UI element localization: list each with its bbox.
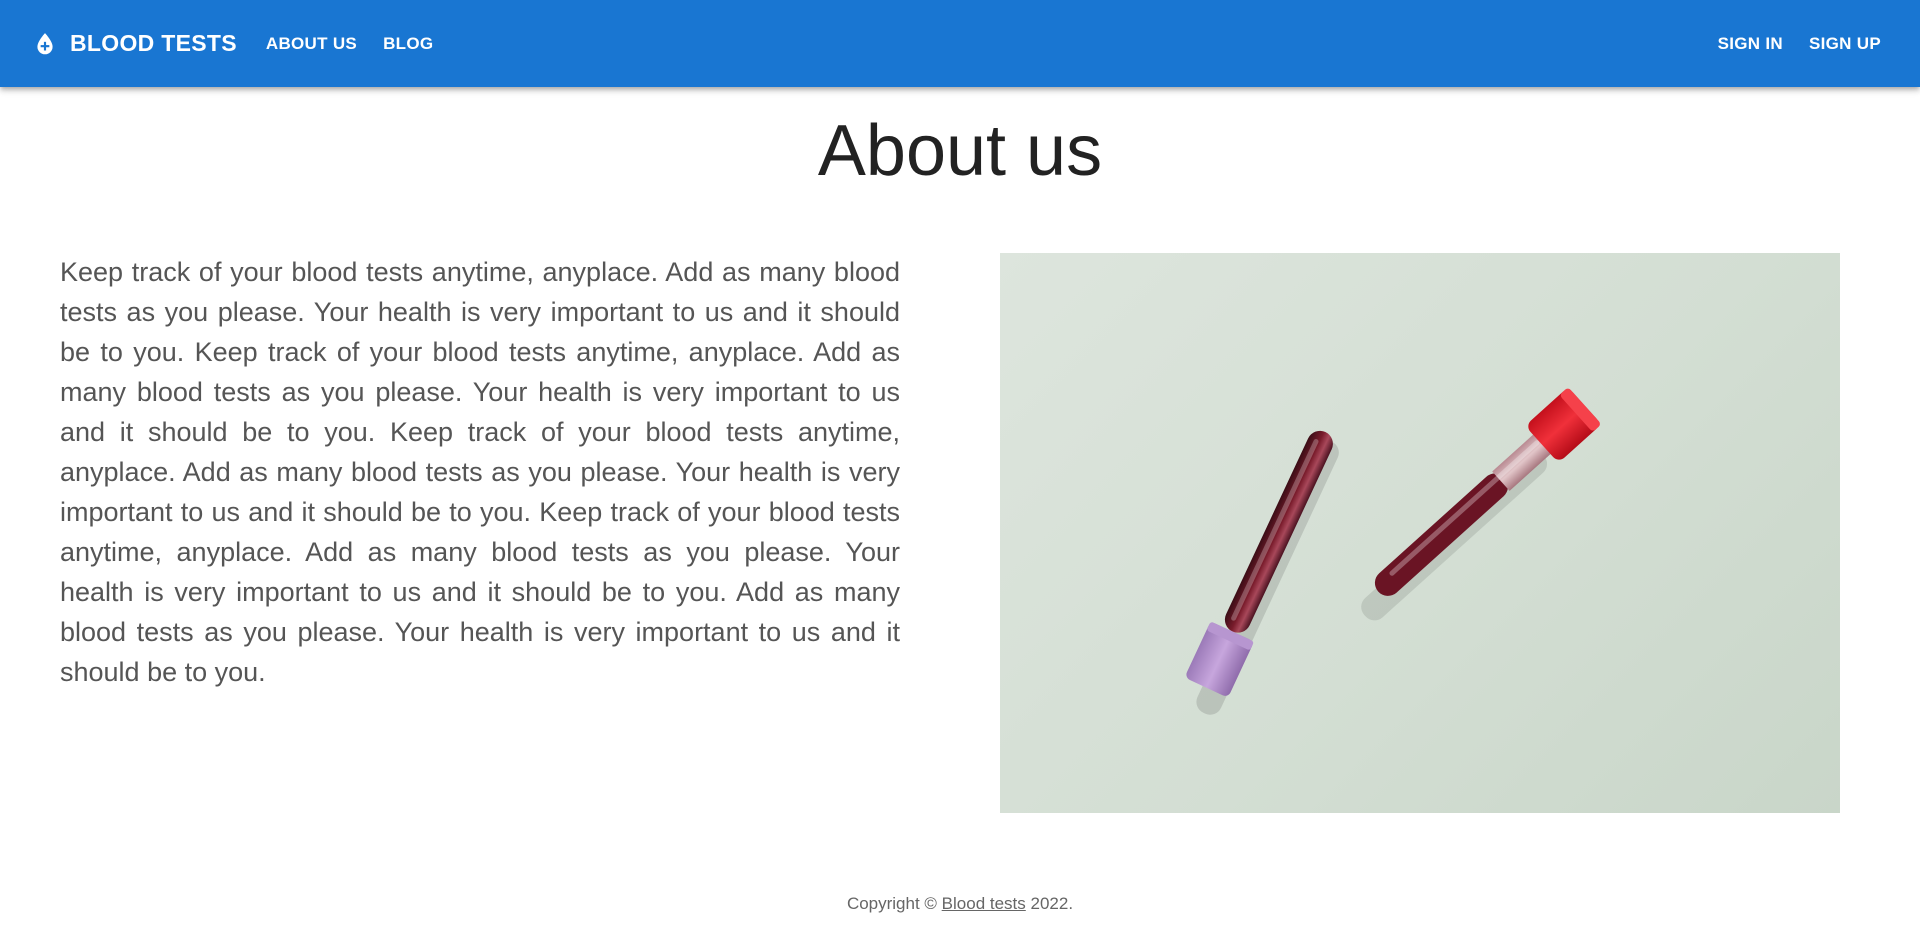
- copyright-year: 2022.: [1025, 894, 1074, 913]
- page-title: About us: [817, 111, 1103, 191]
- footer: Copyright © Blood tests 2022.: [0, 894, 1920, 914]
- sign-in-button[interactable]: SIGN IN: [1705, 26, 1796, 62]
- red-tube: [1361, 388, 1600, 621]
- copyright-prefix: Copyright ©: [846, 894, 942, 913]
- main-nav: ABOUT US BLOG: [253, 26, 447, 62]
- nav-blog[interactable]: BLOG: [370, 26, 446, 62]
- about-paragraph: Keep track of your blood tests anytime, …: [60, 257, 900, 687]
- brand-title: BLOOD TESTS: [70, 30, 237, 56]
- purple-tube: [1186, 430, 1339, 715]
- sign-up-button[interactable]: SIGN UP: [1796, 26, 1894, 62]
- nav-about-us[interactable]: ABOUT US: [253, 26, 370, 62]
- blood-tubes-photo: [1000, 253, 1840, 813]
- footer-home-link[interactable]: Blood tests: [942, 894, 1026, 913]
- app-bar: BLOOD TESTS ABOUT US BLOG SIGN IN SIGN U…: [0, 0, 1920, 87]
- brand-link[interactable]: BLOOD TESTS: [32, 30, 237, 57]
- blood-drop-icon: [32, 31, 58, 57]
- auth-nav: SIGN IN SIGN UP: [1705, 26, 1894, 62]
